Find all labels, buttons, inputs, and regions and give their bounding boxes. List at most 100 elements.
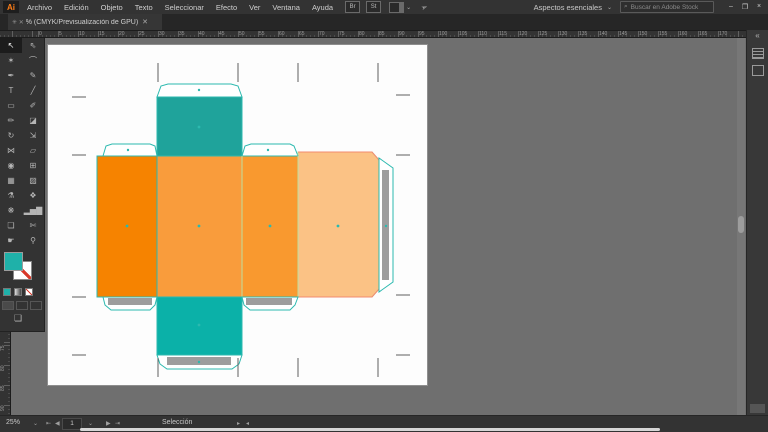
zoom-chevron-icon[interactable]: ⌄ — [33, 420, 38, 427]
stock-search-input[interactable]: ⌕ Buscar en Adobe Stock — [620, 1, 714, 13]
tool-line-segment[interactable]: ╱ — [22, 83, 44, 98]
color-button[interactable] — [3, 288, 11, 296]
tool-slice[interactable]: ✄ — [22, 218, 44, 233]
menu-ayuda[interactable]: Ayuda — [306, 3, 339, 12]
draw-normal-button[interactable] — [2, 301, 14, 310]
tool-selection[interactable]: ↖ — [0, 38, 22, 53]
artboard-chevron-icon[interactable]: ⌄ — [88, 420, 93, 427]
window-controls: – ❐ × — [724, 3, 766, 11]
chevron-down-icon: ⌄ — [606, 4, 612, 11]
tool-rotate[interactable]: ↻ — [0, 128, 22, 143]
menu-ventana[interactable]: Ventana — [266, 3, 306, 12]
vertical-ruler: 75 80 85 90 — [0, 332, 11, 415]
tool-lasso[interactable]: ⌒ — [22, 53, 44, 68]
tool-mesh[interactable]: ▦ — [0, 173, 22, 188]
tool-free-transform[interactable]: ▱ — [22, 143, 44, 158]
color-controls: ❏ — [0, 248, 44, 328]
tool-eyedropper[interactable]: ⚗ — [0, 188, 22, 203]
ruler-tick-label: 85 — [379, 31, 385, 37]
tool-perspective-grid[interactable]: ⊞ — [22, 158, 44, 173]
bottom-flap-right-strip — [246, 298, 292, 305]
properties-panel-icon[interactable] — [751, 48, 764, 59]
tool-hand[interactable]: ☛ — [0, 233, 22, 248]
ruler-tick-label: 30 — [159, 31, 165, 37]
menu-seleccionar[interactable]: Seleccionar — [159, 3, 210, 12]
bottom-flap-left-strip — [108, 298, 152, 305]
menu-archivo[interactable]: Archivo — [21, 3, 58, 12]
tool-direct-selection[interactable]: ⇖ — [22, 38, 44, 53]
status-back-icon[interactable]: ◂ — [246, 420, 249, 427]
menu-ver[interactable]: Ver — [243, 3, 266, 12]
tool-pen[interactable]: ✒ — [0, 68, 22, 83]
previous-artboard-icon[interactable]: ◀ — [55, 420, 60, 427]
canvas[interactable]: 75 80 85 90 — [0, 38, 746, 415]
none-button[interactable] — [25, 288, 33, 296]
ruler-tick-label: 135 — [579, 31, 588, 37]
tool-eraser[interactable]: ◪ — [22, 113, 44, 128]
ruler-tick-label: 25 — [139, 31, 145, 37]
restore-button[interactable]: ❐ — [738, 3, 752, 11]
draw-inside-button[interactable] — [30, 301, 42, 310]
tool-scale[interactable]: ⇲ — [22, 128, 44, 143]
tool-pencil[interactable]: ✏ — [0, 113, 22, 128]
minimize-button[interactable]: – — [724, 3, 738, 11]
stock-icon[interactable]: St — [366, 1, 382, 13]
tool-magic-wand[interactable]: ✶ — [0, 53, 22, 68]
tool-shape-builder[interactable]: ◉ — [0, 158, 22, 173]
document-tab[interactable]: ✳ ✕ % (CMYK/Previsualización de GPU) ✕ — [8, 14, 162, 30]
next-artboard-icon[interactable]: ▶ — [106, 420, 111, 427]
first-artboard-icon[interactable]: ⇤ — [46, 420, 51, 427]
zoom-level[interactable]: 25% — [6, 419, 20, 426]
expand-panels-icon[interactable]: « — [747, 30, 768, 42]
arrange-documents-icon[interactable] — [389, 1, 405, 13]
menu-texto[interactable]: Texto — [129, 3, 159, 12]
tool-artboard[interactable]: ❏ — [0, 218, 22, 233]
artboard-number-field[interactable]: 1 — [62, 418, 82, 430]
ruler-tick-label: 5 — [59, 31, 62, 37]
tool-curvature[interactable]: ✎ — [22, 68, 44, 83]
ruler-tick-label: 70 — [319, 31, 325, 37]
ruler-tick-label: 105 — [459, 31, 468, 37]
tool-width[interactable]: ⋈ — [0, 143, 22, 158]
tool-zoom[interactable]: ⚲ — [22, 233, 44, 248]
tool-type[interactable]: T — [0, 83, 22, 98]
vertical-scrollbar-thumb[interactable] — [738, 216, 744, 233]
document-tab-bar: ✳ ✕ % (CMYK/Previsualización de GPU) ✕ — [0, 14, 768, 30]
ruler-tick-label: 40 — [199, 31, 205, 37]
menu-edición[interactable]: Edición — [58, 3, 95, 12]
chevron-down-icon[interactable]: ⌄ — [406, 4, 411, 11]
share-icon[interactable]: ➣ — [420, 2, 429, 13]
horizontal-scrollbar[interactable] — [80, 428, 660, 431]
tool-rectangle[interactable]: ▭ — [0, 98, 22, 113]
box-side-panel-4[interactable] — [297, 151, 380, 298]
tool-symbol-sprayer[interactable]: ❋ — [0, 203, 22, 218]
screen-mode-button[interactable]: ❏ — [14, 313, 22, 324]
draw-behind-button[interactable] — [16, 301, 28, 310]
tool-blend[interactable]: ❖ — [22, 188, 44, 203]
search-placeholder: Buscar en Adobe Stock — [630, 3, 699, 11]
fill-color-swatch[interactable] — [4, 252, 23, 271]
scroll-corner — [750, 404, 765, 413]
menu-objeto[interactable]: Objeto — [95, 3, 129, 12]
ruler-tick-label: 65 — [299, 31, 305, 37]
close-button[interactable]: × — [752, 3, 766, 11]
gradient-button[interactable] — [14, 288, 22, 296]
ruler-tick-label: 75 — [0, 345, 6, 351]
vertical-scrollbar[interactable] — [737, 38, 745, 415]
status-forward-icon[interactable]: ▸ — [237, 420, 240, 427]
top-flap-right[interactable] — [241, 143, 299, 157]
tool-gradient[interactable]: ▨ — [22, 173, 44, 188]
ruler-tick-label: 145 — [619, 31, 628, 37]
workspace-switcher[interactable]: Aspectos esenciales ⌄ — [534, 3, 612, 12]
top-flap-left[interactable] — [102, 143, 158, 157]
tool-paintbrush[interactable]: ✐ — [22, 98, 44, 113]
bridge-icon[interactable]: Br — [345, 1, 361, 13]
menu-efecto[interactable]: Efecto — [210, 3, 243, 12]
ruler-tick-label: 20 — [119, 31, 125, 37]
menu-bar: Ai Archivo Edición Objeto Texto Seleccionar E… — [0, 0, 768, 14]
libraries-panel-icon[interactable] — [751, 65, 764, 76]
tab-close-icon[interactable]: ✕ — [142, 18, 148, 26]
app-logo: Ai — [3, 1, 19, 13]
last-artboard-icon[interactable]: ⇥ — [115, 420, 120, 427]
tool-column-graph[interactable]: ▂▅▇ — [22, 203, 44, 218]
